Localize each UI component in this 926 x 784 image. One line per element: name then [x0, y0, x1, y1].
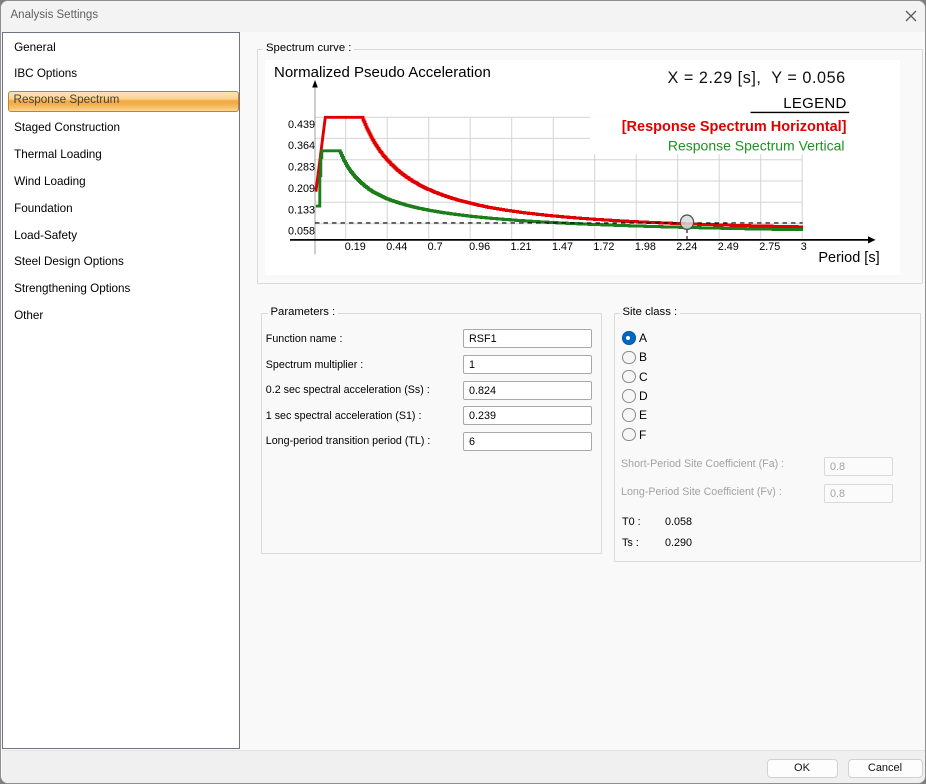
- svg-text:Response Spectrum Vertical: Response Spectrum Vertical: [668, 138, 845, 154]
- svg-text:[Response Spectrum Horizontal]: [Response Spectrum Horizontal]: [622, 119, 847, 135]
- svg-text:1.47: 1.47: [552, 241, 573, 253]
- svg-text:0.19: 0.19: [345, 241, 366, 253]
- svg-text:LEGEND: LEGEND: [783, 95, 847, 112]
- svg-text:2.49: 2.49: [718, 241, 739, 253]
- svg-text:0.7: 0.7: [428, 241, 443, 253]
- svg-text:0.133: 0.133: [288, 204, 315, 216]
- svg-text:2.75: 2.75: [759, 241, 780, 253]
- svg-text:0.283: 0.283: [288, 162, 315, 174]
- svg-text:X = 2.29 [s], Y = 0.056: X = 2.29 [s], Y = 0.056: [667, 69, 845, 87]
- svg-text:3: 3: [801, 241, 807, 253]
- svg-text:0.44: 0.44: [386, 241, 407, 253]
- svg-text:0.058: 0.058: [288, 226, 315, 238]
- svg-text:Normalized Pseudo Acceleration: Normalized Pseudo Acceleration: [274, 64, 491, 81]
- svg-text:0.96: 0.96: [469, 241, 490, 253]
- svg-text:0.364: 0.364: [288, 140, 315, 152]
- svg-text:1.21: 1.21: [511, 241, 532, 253]
- svg-text:1.72: 1.72: [593, 241, 614, 253]
- svg-text:1.98: 1.98: [635, 241, 656, 253]
- svg-text:Period [s]: Period [s]: [818, 250, 879, 266]
- svg-text:0.209: 0.209: [288, 183, 315, 195]
- svg-text:2.24: 2.24: [676, 241, 697, 253]
- svg-text:0.439: 0.439: [288, 119, 315, 131]
